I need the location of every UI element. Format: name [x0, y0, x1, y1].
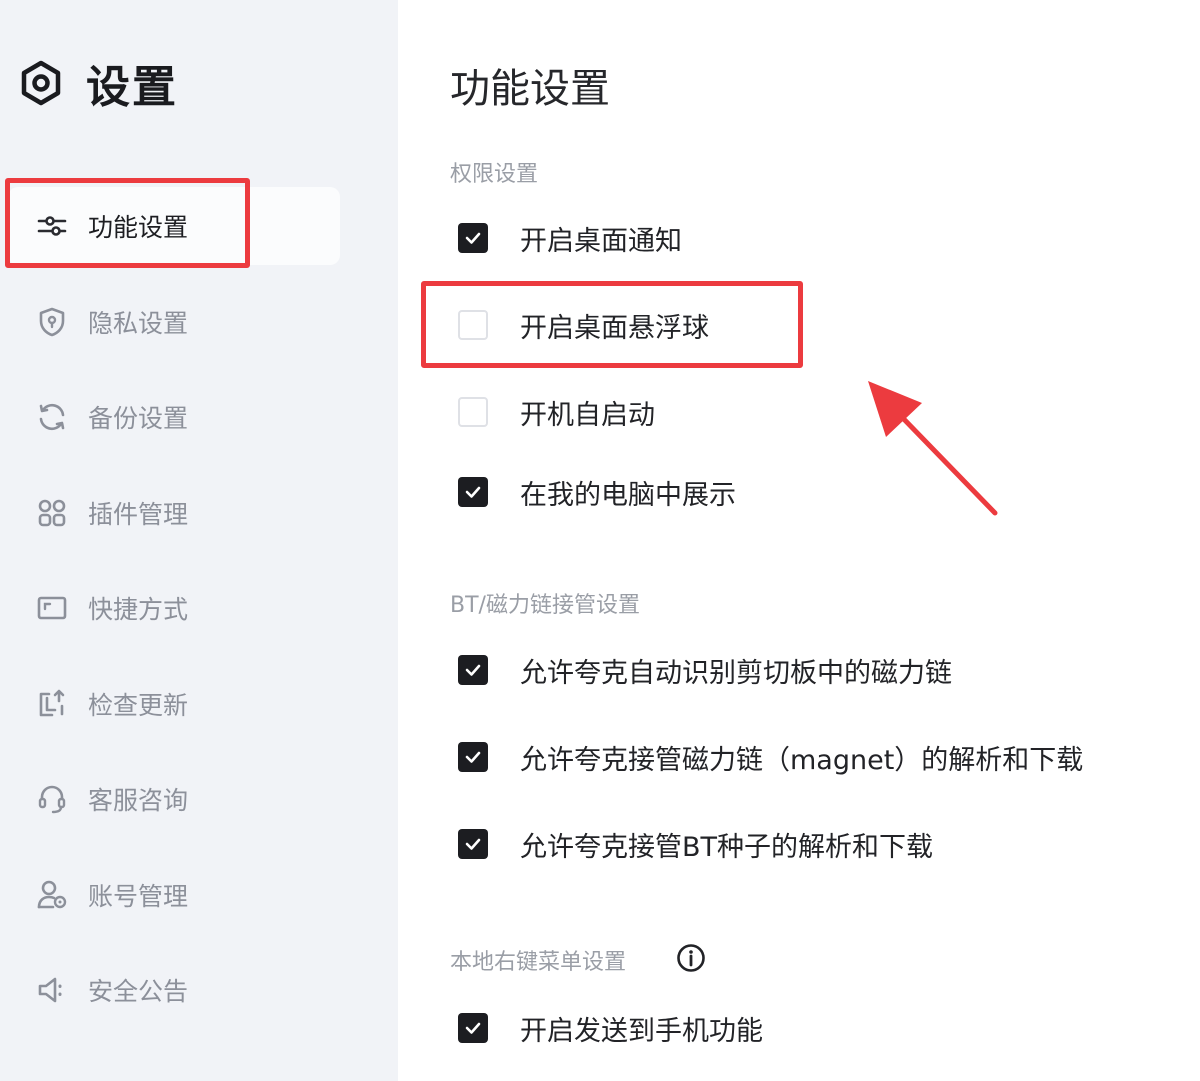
option-label: 允许夸克接管BT种子的解析和下载 [520, 831, 934, 863]
sidebar: 设置 功能设置 隐私设置 备份设置 插件管理 快捷方式 检查更新 客服咨询 账号… [0, 0, 398, 1081]
sidebar-item-label: 客服咨询 [88, 786, 189, 815]
red-arrow-icon [868, 381, 998, 516]
page-title: 功能设置 [450, 66, 610, 112]
option-label: 允许夸克自动识别剪切板中的磁力链 [520, 657, 952, 689]
highlight-box-sidebar [5, 178, 250, 268]
info-icon[interactable] [676, 943, 706, 973]
checkmark-icon [465, 664, 481, 676]
option-magnet-takeover[interactable]: 允许夸克接管磁力链（magnet）的解析和下载 [458, 735, 1083, 779]
sidebar-item-security-notice[interactable]: 安全公告 [8, 951, 340, 1029]
checkbox-checked[interactable] [458, 477, 488, 507]
app-header: 设置 [18, 52, 178, 114]
option-send-to-phone[interactable]: 开启发送到手机功能 [458, 1006, 763, 1050]
sidebar-item-label: 快捷方式 [88, 595, 189, 624]
checkmark-icon [465, 232, 481, 244]
shortcut-icon [37, 596, 67, 620]
sync-icon [39, 403, 65, 431]
option-label: 允许夸克接管磁力链（magnet）的解析和下载 [520, 744, 1084, 776]
settings-hexagon-icon [21, 60, 61, 106]
sidebar-item-customer-service[interactable]: 客服咨询 [8, 760, 340, 838]
checkbox-checked[interactable] [458, 829, 488, 859]
sidebar-item-plugin-management[interactable]: 插件管理 [8, 474, 340, 552]
sidebar-item-shortcuts[interactable]: 快捷方式 [8, 569, 340, 647]
app-title: 设置 [86, 62, 178, 113]
checkbox-checked[interactable] [458, 1013, 488, 1043]
checkmark-icon [465, 1022, 481, 1034]
megaphone-icon [38, 977, 62, 1003]
highlight-box-option [421, 281, 803, 368]
option-label: 开启发送到手机功能 [520, 1015, 763, 1047]
sidebar-item-label: 插件管理 [88, 500, 189, 529]
headset-icon [38, 785, 66, 814]
sidebar-item-label: 安全公告 [88, 977, 189, 1006]
sidebar-item-check-updates[interactable]: 检查更新 [8, 665, 340, 743]
shield-icon [39, 307, 65, 337]
sidebar-item-privacy-settings[interactable]: 隐私设置 [8, 283, 340, 361]
option-label: 开机自启动 [520, 399, 655, 431]
user-settings-icon [37, 880, 67, 909]
checkmark-icon [465, 838, 481, 850]
sidebar-item-backup-settings[interactable]: 备份设置 [8, 378, 340, 456]
section-title-bt-magnet: BT/磁力链接管设置 [450, 593, 640, 618]
option-clipboard-magnet[interactable]: 允许夸克自动识别剪切板中的磁力链 [458, 648, 952, 692]
checkmark-icon [465, 751, 481, 763]
section-title-context-menu: 本地右键菜单设置 [450, 950, 627, 975]
update-icon [39, 689, 65, 717]
checkbox-checked[interactable] [458, 655, 488, 685]
sidebar-item-label: 隐私设置 [88, 309, 189, 338]
checkbox-unchecked[interactable] [458, 397, 488, 427]
option-label: 在我的电脑中展示 [520, 479, 736, 511]
option-show-in-my-computer[interactable]: 在我的电脑中展示 [458, 470, 736, 514]
checkbox-checked[interactable] [458, 223, 488, 253]
sidebar-item-account-management[interactable]: 账号管理 [8, 856, 340, 934]
grid-icon [38, 499, 66, 527]
sidebar-item-label: 检查更新 [88, 691, 189, 720]
section-title-permissions: 权限设置 [450, 162, 539, 187]
settings-panel: 功能设置 权限设置 开启桌面通知 开启桌面悬浮球 开机自启动 在我的电脑中展示 … [398, 0, 1200, 1081]
option-bt-takeover[interactable]: 允许夸克接管BT种子的解析和下载 [458, 822, 933, 866]
option-auto-start[interactable]: 开机自启动 [458, 390, 655, 434]
option-label: 开启桌面通知 [520, 225, 682, 257]
checkmark-icon [465, 486, 481, 498]
sidebar-item-label: 备份设置 [88, 404, 189, 433]
sidebar-item-label: 账号管理 [88, 882, 189, 911]
checkbox-checked[interactable] [458, 742, 488, 772]
option-desktop-notification[interactable]: 开启桌面通知 [458, 216, 682, 260]
